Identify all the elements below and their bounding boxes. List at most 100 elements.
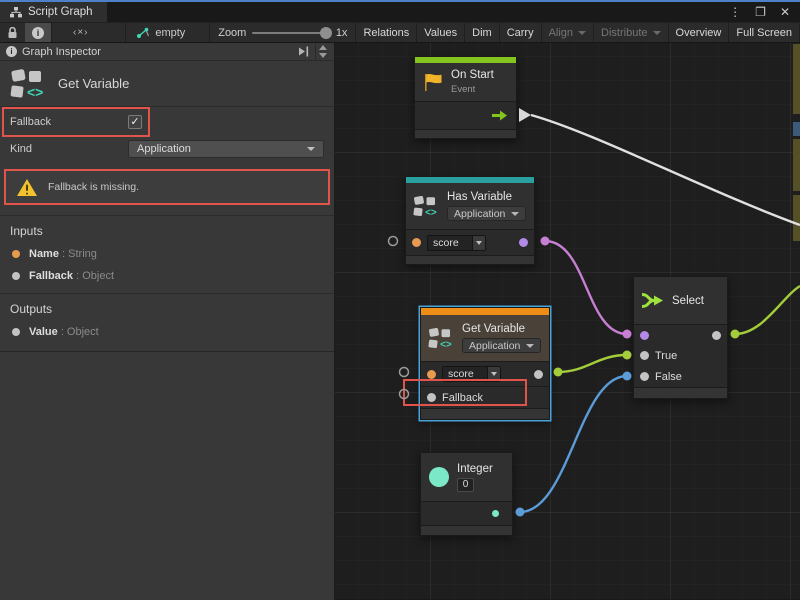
offscreen-node-edge	[793, 139, 800, 191]
graph-toolbar: i ‹×› empty Zoom 1x Relations Values	[0, 22, 800, 43]
name-input-port[interactable]	[412, 238, 421, 247]
variable-name-value[interactable]: score	[428, 236, 472, 250]
value-output-port[interactable]	[534, 370, 543, 379]
unconnected-port-ring[interactable]	[400, 368, 409, 377]
tab-spacer	[107, 2, 730, 22]
chevron-down-icon	[578, 31, 586, 35]
fallback-checkbox[interactable]: ✓	[128, 115, 142, 129]
maximize-icon[interactable]: ❐	[755, 5, 766, 19]
relations-button[interactable]: Relations	[356, 23, 417, 42]
variable-name-dropdown[interactable]	[472, 236, 485, 250]
bool-output-port[interactable]	[519, 238, 528, 247]
fallback-input-port[interactable]	[427, 393, 436, 402]
name-input-port[interactable]	[427, 370, 436, 379]
output-type: : Object	[61, 326, 99, 338]
has-variable-icon: <>	[413, 195, 440, 218]
zoom-slider-handle[interactable]	[320, 27, 332, 39]
node-port-row	[415, 101, 516, 129]
unit-title-block: <> Get Variable	[0, 61, 334, 107]
node-subtitle: Event	[451, 84, 494, 95]
code-preview-button[interactable]: ‹×›	[52, 23, 96, 42]
kind-dropdown-value: Application	[137, 143, 191, 155]
graph-inspector-panel: i Graph Inspector <>	[0, 43, 335, 600]
dim-button[interactable]: Dim	[465, 23, 500, 42]
node-footer	[421, 525, 512, 535]
output-name: Value	[29, 326, 58, 338]
unconnected-port-ring[interactable]	[389, 237, 398, 246]
close-icon[interactable]: ✕	[780, 5, 790, 19]
wire-select-output	[735, 286, 800, 334]
node-header: <> Has Variable Application	[406, 183, 534, 229]
node-header: Select	[634, 277, 727, 324]
node-title: On Start	[451, 69, 494, 81]
node-get-variable[interactable]: <> Get Variable Application score	[420, 307, 550, 420]
scroll-up-icon[interactable]	[319, 45, 327, 50]
carry-button[interactable]: Carry	[500, 23, 542, 42]
variable-name-dropdown[interactable]	[487, 367, 500, 381]
zoom-slider[interactable]	[252, 32, 329, 34]
false-input-port[interactable]	[640, 372, 649, 381]
variable-header-strip	[421, 308, 549, 315]
selection-output-port[interactable]	[712, 331, 721, 340]
align-button[interactable]: Align	[542, 23, 594, 42]
output-row-value: Value : Object	[0, 321, 334, 343]
window-menu-icon[interactable]: ⋮	[729, 5, 741, 19]
wire-start-arrow	[519, 108, 531, 122]
true-input-port[interactable]	[640, 351, 649, 360]
inspector-scroll-arrows[interactable]	[315, 43, 330, 61]
inspector-toggle-button[interactable]: i	[25, 23, 52, 42]
variable-name-field[interactable]: score	[427, 235, 486, 251]
graph-canvas[interactable]: On Start Event	[335, 43, 800, 599]
inspector-title: Graph Inspector	[22, 46, 101, 58]
distribute-button[interactable]: Distribute	[594, 23, 668, 42]
integer-output-port[interactable]	[492, 510, 499, 517]
wire-endpoint	[623, 372, 632, 381]
node-footer	[406, 255, 534, 264]
zoom-label: Zoom	[218, 27, 246, 39]
tab-script-graph[interactable]: Script Graph	[0, 2, 107, 22]
kind-dropdown[interactable]: Application	[128, 140, 324, 158]
outputs-heading: Outputs	[0, 294, 334, 321]
values-button[interactable]: Values	[417, 23, 465, 42]
input-row-fallback: Fallback : Object	[0, 265, 334, 287]
overview-button[interactable]: Overview	[669, 23, 730, 42]
inspector-header: i Graph Inspector	[0, 43, 334, 61]
wire-get-variable-to-select-true	[558, 355, 627, 372]
fullscreen-button[interactable]: Full Screen	[729, 23, 800, 42]
svg-text:<>: <>	[27, 84, 43, 100]
unconnected-port-ring[interactable]	[400, 390, 409, 399]
node-port-row	[634, 324, 727, 345]
node-footer	[421, 408, 549, 419]
flow-output-port[interactable]	[491, 110, 508, 121]
node-on-start[interactable]: On Start Event	[414, 56, 517, 139]
scroll-down-icon[interactable]	[319, 53, 327, 58]
chevron-down-icon	[307, 147, 315, 151]
port-dot-gray	[12, 328, 20, 336]
integer-value-field[interactable]: 0	[457, 478, 474, 492]
inspector-toolbar: i ‹×›	[0, 23, 126, 42]
dock-panel-icon[interactable]	[297, 46, 310, 57]
wires-layer	[335, 43, 800, 599]
wire-has-variable-to-select	[545, 241, 627, 334]
node-has-variable[interactable]: <> Has Variable Application score	[405, 176, 535, 265]
input-type: : String	[62, 248, 97, 260]
variable-name-field[interactable]: score	[442, 366, 501, 382]
condition-input-port[interactable]	[640, 331, 649, 340]
node-select[interactable]: Select True False	[633, 276, 728, 399]
node-port-row: score	[421, 361, 549, 386]
selection-summary-label: empty	[155, 27, 185, 39]
scope-dropdown[interactable]: Application	[462, 338, 541, 353]
main-area: i Graph Inspector <>	[0, 43, 800, 600]
false-port-row: False	[634, 366, 727, 387]
info-icon: i	[6, 46, 17, 57]
variable-name-value[interactable]: score	[443, 367, 487, 381]
select-merge-icon	[641, 292, 665, 309]
svg-text:<>: <>	[440, 339, 452, 349]
lock-button[interactable]	[0, 23, 25, 42]
fallback-port-row: Fallback	[421, 386, 549, 408]
node-integer[interactable]: Integer 0	[420, 452, 513, 536]
node-title: Integer	[457, 463, 493, 475]
input-row-name: Name : String	[0, 243, 334, 265]
scope-dropdown[interactable]: Application	[447, 206, 526, 221]
offscreen-node-edge	[793, 195, 800, 241]
